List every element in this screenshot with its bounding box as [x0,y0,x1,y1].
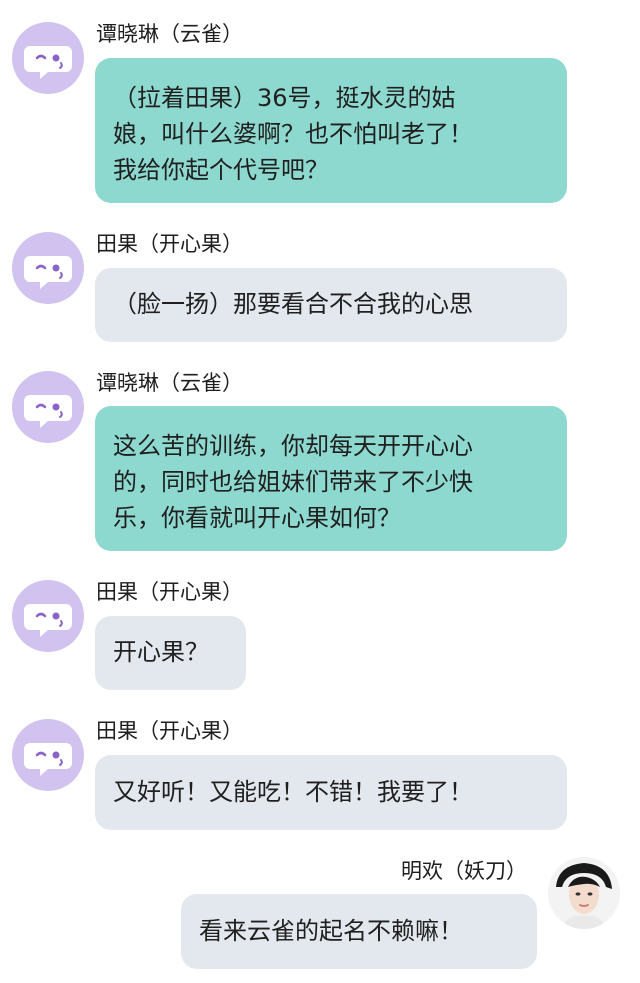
chat-bubble-wink-avatar-icon[interactable] [12,232,84,304]
chat-bubble-wink-avatar-icon[interactable] [12,371,84,443]
message-line: （拉着田果）36号，挺水灵的姑 [113,84,456,112]
sender-name: 谭晓琳（云雀） [96,371,243,395]
chat-bubble-wink-avatar-icon[interactable] [12,580,84,652]
message-line: 乐，你看就叫开心果如何？ [113,504,401,532]
message-line: 看来云雀的起名不赖嘛！ [199,917,463,945]
message-line: 娘，叫什么婆啊？也不怕叫老了！ [113,120,473,148]
sender-name: 田果（开心果） [96,232,243,256]
sender-name: 田果（开心果） [96,580,243,604]
profile-photo-avatar[interactable] [548,857,620,929]
sender-name: 谭晓琳（云雀） [96,22,243,46]
message-bubble[interactable]: （脸一扬）那要看合不合我的心思 [95,268,567,342]
message-bubble[interactable]: 开心果？ [95,616,246,690]
chat-view: 谭晓琳（云雀） （拉着田果）36号，挺水灵的姑 娘，叫什么婆啊？也不怕叫老了！ … [0,0,640,983]
message-bubble[interactable]: 又好听！又能吃！不错！我要了！ [95,755,567,830]
message-bubble[interactable]: 看来云雀的起名不赖嘛！ [181,894,537,969]
message-line: 又好听！又能吃！不错！我要了！ [113,778,473,806]
message-bubble[interactable]: （拉着田果）36号，挺水灵的姑 娘，叫什么婆啊？也不怕叫老了！ 我给你起个代号吧… [95,58,567,203]
sender-name: 明欢（妖刀） [401,859,527,883]
message-bubble[interactable]: 这么苦的训练，你却每天开开心心 的，同时也给姐妹们带来了不少快 乐，你看就叫开心… [95,406,567,551]
message-line: （脸一扬）那要看合不合我的心思 [113,290,473,318]
message-line: 这么苦的训练，你却每天开开心心 [113,432,473,460]
sender-name: 田果（开心果） [96,719,243,743]
chat-bubble-wink-avatar-icon[interactable] [12,719,84,791]
chat-bubble-wink-avatar-icon[interactable] [12,22,84,94]
message-line: 开心果？ [113,638,209,666]
message-line: 的，同时也给姐妹们带来了不少快 [113,468,473,496]
message-line: 我给你起个代号吧？ [113,156,329,184]
